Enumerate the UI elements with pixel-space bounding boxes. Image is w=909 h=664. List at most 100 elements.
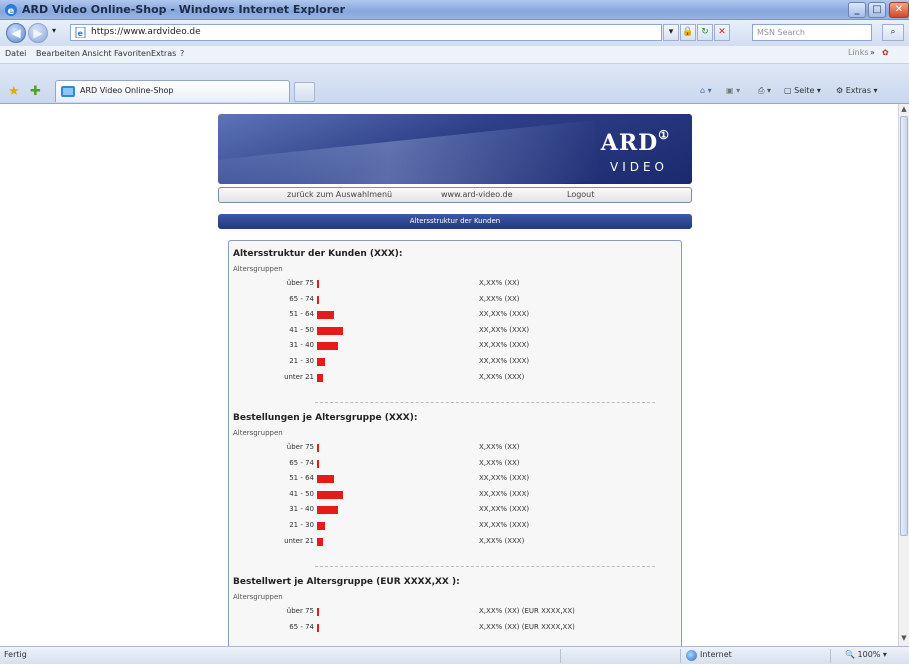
scroll-thumb[interactable] <box>900 116 908 536</box>
section-subtitle: Altersgruppen <box>233 429 283 437</box>
scroll-down-icon[interactable]: ▼ <box>900 634 908 644</box>
maximize-button[interactable]: □ <box>868 2 886 18</box>
page-menu-label: Seite <box>794 86 815 95</box>
status-divider <box>560 649 561 663</box>
tools-menu[interactable]: ⚙ Extras ▾ <box>836 86 878 95</box>
site-nav: zurück zum Auswahlmenü www.ard-video.de … <box>218 187 692 203</box>
page-menu[interactable]: ▢ Seite ▾ <box>784 86 821 95</box>
new-tab-button[interactable] <box>294 82 315 102</box>
age-group-bar <box>317 444 319 452</box>
age-group-bar <box>317 295 320 304</box>
age-group-bar <box>317 522 325 530</box>
links-label[interactable]: Links <box>848 48 869 57</box>
section-title: Bestellwert je Altersgruppe (EUR XXXX,XX… <box>233 577 460 587</box>
age-group-label: 65 - 74 <box>289 458 314 467</box>
forward-button[interactable]: ▶ <box>28 23 48 43</box>
age-group-value: X,XX% (XX) <box>479 458 520 467</box>
section-divider <box>315 566 655 568</box>
section-title: Altersstruktur der Kunden (XXX): <box>233 249 403 259</box>
age-group-bar <box>317 342 338 351</box>
age-group-bar <box>317 490 343 499</box>
tab-bar: ★ ✚ ARD Video Online-Shop ⌂ ▾ ▣ ▾ ⎙ ▾ ▢ … <box>0 64 909 104</box>
favorites-star-icon[interactable]: ★ <box>8 84 20 99</box>
age-group-label: 65 - 74 <box>289 294 314 303</box>
tools-menu-label: Extras <box>845 86 872 95</box>
age-group-bar <box>317 358 325 366</box>
age-group-label: 21 - 30 <box>289 521 314 529</box>
age-group-bar <box>317 459 320 468</box>
tab-ard-video[interactable]: ARD Video Online-Shop <box>55 80 290 102</box>
logout-link[interactable]: Logout <box>567 190 594 199</box>
age-group-bar <box>317 311 334 320</box>
page-icon: e <box>75 27 86 38</box>
age-group-bar <box>317 623 320 632</box>
internet-zone-icon <box>686 650 697 661</box>
address-toolbar: ◀ ▶ ▾ e https://www.ardvideo.de ▾ 🔒 ↻ ✕ … <box>0 20 909 46</box>
vertical-scrollbar[interactable]: ▲ ▼ <box>898 104 909 646</box>
site-link[interactable]: www.ard-video.de <box>441 190 513 199</box>
lock-icon[interactable]: 🔒 <box>680 24 696 41</box>
menu-help[interactable]: ? <box>180 49 184 58</box>
age-group-label: 65 - 74 <box>289 622 314 631</box>
search-input[interactable]: MSN Search <box>752 24 872 41</box>
refresh-icon[interactable]: ↻ <box>697 24 713 41</box>
status-divider <box>830 649 831 663</box>
age-group-label: 21 - 30 <box>289 357 314 365</box>
close-button[interactable]: ✕ <box>889 2 909 18</box>
age-group-label: 41 - 50 <box>289 489 314 498</box>
age-group-bar <box>317 537 323 546</box>
age-group-bar <box>317 608 319 616</box>
status-bar: Fertig Internet 🔍 100% ▾ <box>0 646 909 664</box>
menu-tools[interactable]: Extras <box>151 49 176 58</box>
logo-subtitle: VIDEO <box>609 160 668 174</box>
stop-icon[interactable]: ✕ <box>714 24 730 41</box>
window-title: ARD Video Online-Shop - Windows Internet… <box>22 3 346 16</box>
search-button[interactable]: ⌕ <box>882 24 904 41</box>
section-divider <box>315 402 655 404</box>
home-icon[interactable]: ⌂ ▾ <box>700 86 712 95</box>
age-group-bar <box>317 326 343 335</box>
age-group-label: unter 21 <box>284 372 314 381</box>
address-dropdown-button[interactable]: ▾ <box>663 24 679 41</box>
tab-favicon-icon <box>61 86 75 97</box>
chevron-right-icon[interactable]: » <box>870 48 875 57</box>
addon-icon[interactable]: ✿ <box>882 48 889 57</box>
age-group-bar <box>317 280 319 288</box>
menu-edit[interactable]: Bearbeiten <box>36 49 80 58</box>
svg-text:e: e <box>8 6 15 17</box>
svg-text:e: e <box>78 29 84 38</box>
zoom-value: 100% <box>857 650 881 659</box>
address-field[interactable]: e https://www.ardvideo.de <box>70 24 662 41</box>
menu-favorites[interactable]: Favoriten <box>114 49 151 58</box>
section-title: Bestellungen je Altersgruppe (XXX): <box>233 413 418 423</box>
ard-video-banner: ARD① VIDEO <box>218 114 692 184</box>
scroll-up-icon[interactable]: ▲ <box>900 105 908 115</box>
age-group-value: XX,XX% (XXX) <box>479 521 530 529</box>
age-group-value: XX,XX% (XXX) <box>479 489 530 498</box>
section-header: Altersstruktur der Kunden <box>218 214 692 229</box>
back-button[interactable]: ◀ <box>6 23 26 43</box>
zoom-level[interactable]: 🔍 100% ▾ <box>845 650 887 659</box>
search-placeholder: MSN Search <box>757 28 805 37</box>
print-icon[interactable]: ⎙ ▾ <box>758 86 771 96</box>
minimize-button[interactable]: _ <box>848 2 866 18</box>
menu-bar: Datei Bearbeiten Ansicht Favoriten Extra… <box>0 46 909 64</box>
age-group-value: XX,XX% (XXX) <box>479 325 530 334</box>
age-group-value: XX,XX% (XXX) <box>479 505 530 514</box>
add-favorite-icon[interactable]: ✚ <box>30 84 41 99</box>
back-to-menu-link[interactable]: zurück zum Auswahlmenü <box>287 190 392 199</box>
logo-text: ARD <box>600 130 659 156</box>
feeds-icon[interactable]: ▣ ▾ <box>726 86 740 95</box>
title-bar: e ARD Video Online-Shop - Windows Intern… <box>0 0 909 20</box>
age-group-label: 31 - 40 <box>289 341 314 350</box>
age-group-bar <box>317 506 338 515</box>
age-group-value: X,XX% (XXX) <box>479 536 525 545</box>
age-group-bar <box>317 475 334 484</box>
menu-file[interactable]: Datei <box>5 49 26 58</box>
browser-window: e ARD Video Online-Shop - Windows Intern… <box>0 0 909 664</box>
history-dropdown-icon[interactable]: ▾ <box>52 26 56 35</box>
menu-view[interactable]: Ansicht <box>82 49 112 58</box>
stats-panel: Altersstruktur der Kunden (XXX): Altersgr… <box>228 240 682 646</box>
banner-sweep <box>218 120 600 184</box>
address-url: https://www.ardvideo.de <box>91 27 201 37</box>
